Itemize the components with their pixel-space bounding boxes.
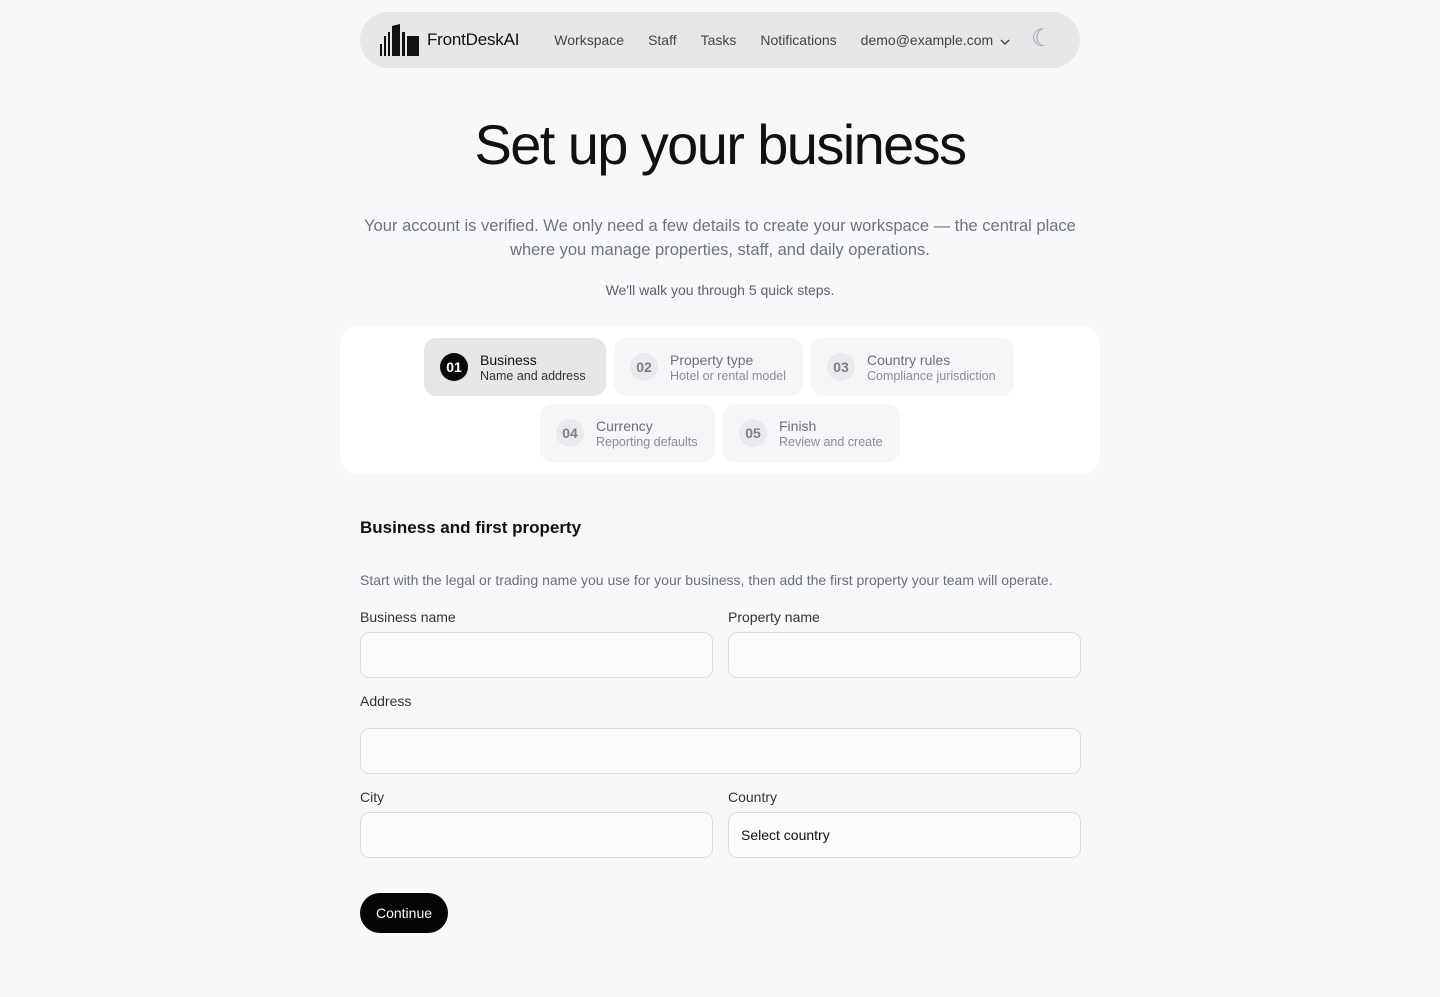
chevron-down-icon xyxy=(1000,39,1010,45)
step-subtitle: Review and create xyxy=(779,434,883,449)
step-number: 04 xyxy=(556,419,584,447)
step-number: 03 xyxy=(827,353,855,381)
step-number: 05 xyxy=(739,419,767,447)
step-title: Currency xyxy=(596,417,653,434)
top-nav: FrontDeskAI Workspace Staff Tasks Notifi… xyxy=(360,12,1080,68)
nav-link-staff[interactable]: Staff xyxy=(648,32,677,48)
nav-link-workspace[interactable]: Workspace xyxy=(554,32,624,48)
business-name-input[interactable] xyxy=(360,632,713,678)
step-number: 02 xyxy=(630,353,658,381)
page-subtitle: Your account is verified. We only need a… xyxy=(364,217,1076,259)
country-select-value: Select country xyxy=(741,827,830,843)
setup-stepper: 01 Business Name and address 02 Property… xyxy=(340,326,1100,474)
step-property-type[interactable]: 02 Property type Hotel or rental model xyxy=(614,338,803,396)
property-name-label: Property name xyxy=(728,609,820,625)
step-title: Country rules xyxy=(867,351,951,368)
section-title: Business and first property xyxy=(360,518,582,537)
step-subtitle: Compliance jurisdiction xyxy=(867,368,996,383)
step-number: 01 xyxy=(440,353,468,381)
continue-button[interactable]: Continue xyxy=(360,893,448,933)
address-input[interactable] xyxy=(360,728,1081,774)
section-description: Start with the legal or trading name you… xyxy=(360,572,1053,588)
steps-note: We'll walk you through 5 quick steps. xyxy=(605,282,835,298)
step-title: Finish xyxy=(779,417,817,434)
brand[interactable]: FrontDeskAI xyxy=(380,24,519,56)
address-label: Address xyxy=(360,693,412,709)
step-subtitle: Hotel or rental model xyxy=(670,368,787,383)
property-name-input[interactable] xyxy=(728,632,1081,678)
step-subtitle: Name and address xyxy=(480,368,586,383)
building-logo-icon xyxy=(380,24,419,56)
step-currency[interactable]: 04 Currency Reporting defaults xyxy=(540,404,715,462)
moon-icon[interactable]: ☾ xyxy=(1031,27,1053,51)
page-title: Set up your business xyxy=(474,113,968,176)
step-subtitle: Reporting defaults xyxy=(596,434,698,449)
step-country-rules[interactable]: 03 Country rules Compliance jurisdiction xyxy=(811,338,1014,396)
nav-links: Workspace Staff Tasks Notifications xyxy=(554,32,860,48)
country-label: Country xyxy=(728,789,778,805)
nav-link-tasks[interactable]: Tasks xyxy=(701,32,737,48)
nav-link-notifications[interactable]: Notifications xyxy=(760,32,836,48)
city-input[interactable] xyxy=(360,812,713,858)
business-name-label: Business name xyxy=(360,609,456,625)
step-title: Property type xyxy=(670,351,754,368)
step-business[interactable]: 01 Business Name and address xyxy=(424,338,606,396)
country-select[interactable]: Select country xyxy=(728,812,1081,858)
step-finish[interactable]: 05 Finish Review and create xyxy=(723,404,900,462)
brand-name: FrontDeskAI xyxy=(427,30,520,49)
city-label: City xyxy=(360,789,385,805)
step-title: Business xyxy=(480,351,537,368)
account-email: demo@example.com xyxy=(860,32,994,48)
account-menu[interactable]: demo@example.com xyxy=(861,32,1012,48)
